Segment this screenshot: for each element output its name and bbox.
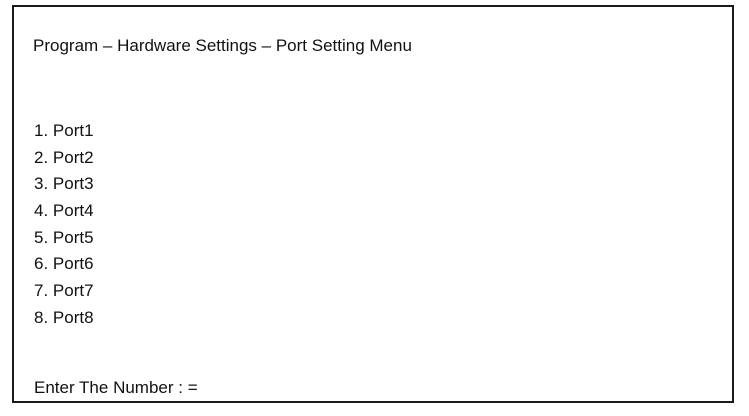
menu-item-port1[interactable]: 1. Port1	[34, 118, 94, 145]
menu-item-port4[interactable]: 4. Port4	[34, 198, 94, 225]
menu-item-port6[interactable]: 6. Port6	[34, 251, 94, 278]
menu-title: Program – Hardware Settings – Port Setti…	[33, 36, 412, 55]
menu-item-port3[interactable]: 3. Port3	[34, 171, 94, 198]
number-prompt: Enter The Number : =	[34, 378, 242, 398]
number-input[interactable]	[202, 380, 242, 398]
menu-item-port2[interactable]: 2. Port2	[34, 145, 94, 172]
terminal-screen: Program – Hardware Settings – Port Setti…	[12, 5, 734, 403]
menu-item-port5[interactable]: 5. Port5	[34, 225, 94, 252]
port-menu-list: 1. Port1 2. Port2 3. Port3 4. Port4 5. P…	[34, 118, 94, 332]
menu-item-port8[interactable]: 8. Port8	[34, 305, 94, 332]
menu-item-port7[interactable]: 7. Port7	[34, 278, 94, 305]
number-prompt-label: Enter The Number : =	[34, 378, 198, 397]
